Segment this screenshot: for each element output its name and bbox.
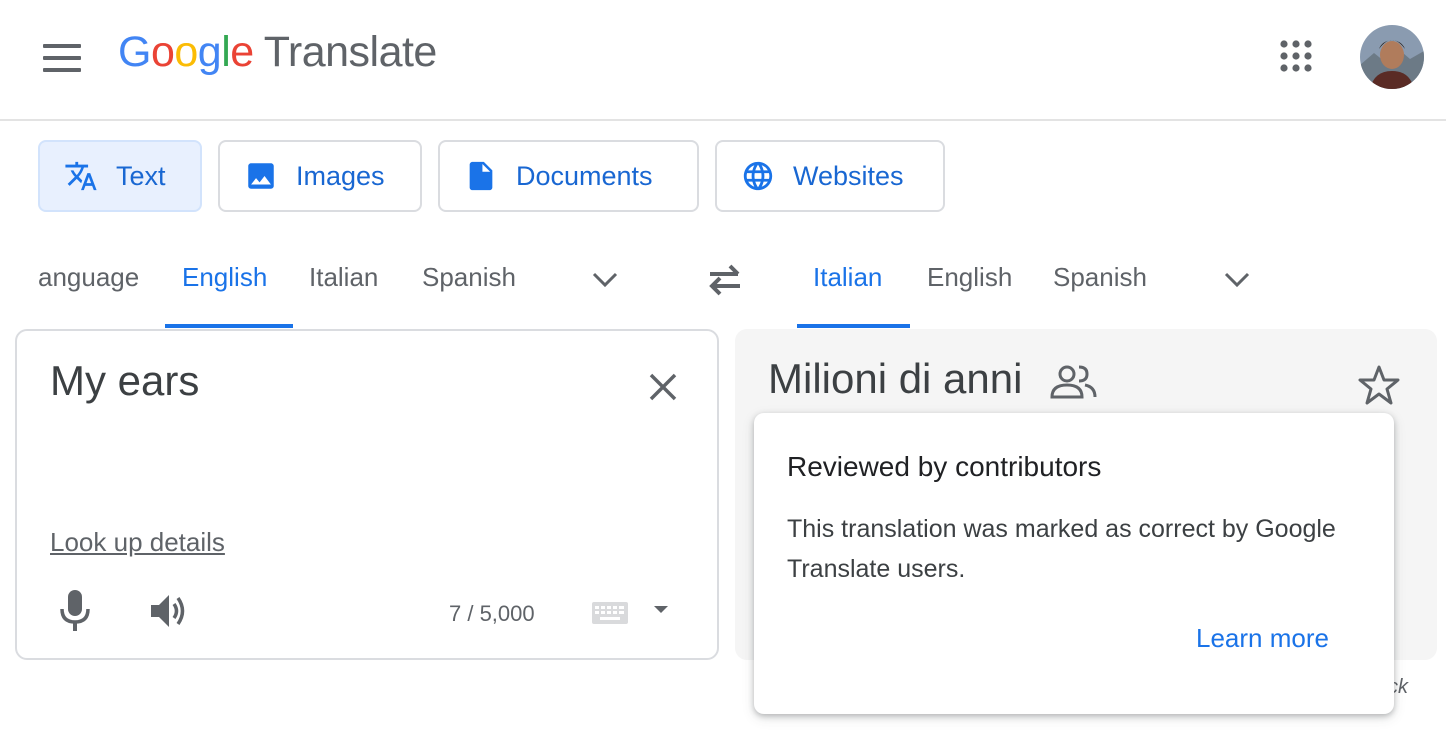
source-lang-more-chevron-down-icon[interactable]	[587, 262, 623, 298]
target-lang-selected-indicator	[797, 324, 910, 328]
contributors-info-popup: Reviewed by contributors This translatio…	[754, 413, 1394, 714]
app-header: Google Translate	[0, 0, 1446, 121]
character-count: 7 / 5,000	[449, 601, 535, 626]
tab-images-label: Images	[296, 160, 385, 191]
document-icon	[464, 159, 498, 193]
save-translation-star-icon[interactable]	[1357, 363, 1401, 407]
tab-documents-label: Documents	[516, 160, 653, 191]
microphone-icon[interactable]	[55, 587, 95, 633]
speaker-icon[interactable]	[147, 589, 191, 633]
tab-websites-label: Websites	[793, 160, 904, 191]
look-up-details-link[interactable]: Look up details	[50, 527, 225, 558]
keyboard-options-caret-down-icon[interactable]	[651, 603, 671, 617]
translation-output: Milioni di anni	[768, 355, 1023, 402]
tab-text[interactable]: Text	[38, 140, 202, 212]
popup-title: Reviewed by contributors	[787, 451, 1102, 482]
app-logo[interactable]: Google Translate	[118, 28, 437, 77]
popup-body: This translation was marked as correct b…	[787, 515, 1336, 583]
logo-letter: o	[174, 28, 198, 76]
logo-letter: o	[150, 28, 175, 76]
source-lang-detect[interactable]: anguage	[38, 262, 139, 293]
swap-languages-icon[interactable]	[704, 262, 746, 298]
logo-letter: e	[230, 28, 254, 76]
google-apps-icon[interactable]	[1276, 36, 1316, 76]
logo-letter: G	[118, 28, 151, 76]
source-lang-selected-indicator	[165, 324, 293, 328]
logo-letter: l	[221, 28, 231, 76]
tab-text-label: Text	[116, 160, 166, 191]
source-lang-english[interactable]: English	[182, 262, 267, 293]
target-lang-more-chevron-down-icon[interactable]	[1219, 262, 1255, 298]
product-name: Translate	[263, 28, 438, 76]
globe-icon	[741, 159, 775, 193]
account-avatar[interactable]	[1360, 25, 1424, 89]
source-lang-italian[interactable]: Italian	[309, 262, 378, 293]
learn-more-link[interactable]: Learn more	[1196, 623, 1329, 654]
clear-source-close-icon[interactable]	[643, 367, 683, 407]
logo-letter: g	[197, 28, 222, 76]
image-icon	[244, 159, 278, 193]
tab-images[interactable]: Images	[218, 140, 422, 212]
main-menu-button[interactable]	[40, 38, 84, 78]
keyboard-icon[interactable]	[591, 601, 629, 625]
target-lang-italian[interactable]: Italian	[813, 262, 882, 293]
translate-icon	[64, 159, 98, 193]
source-text-input[interactable]: My ears	[50, 357, 199, 405]
source-lang-spanish[interactable]: Spanish	[422, 262, 516, 293]
contributors-icon[interactable]	[1049, 363, 1099, 401]
tab-documents[interactable]: Documents	[438, 140, 699, 212]
target-lang-spanish[interactable]: Spanish	[1053, 262, 1147, 293]
tab-websites[interactable]: Websites	[715, 140, 945, 212]
source-panel: My ears Look up details 7 / 5,000	[15, 329, 719, 660]
target-lang-english[interactable]: English	[927, 262, 1012, 293]
